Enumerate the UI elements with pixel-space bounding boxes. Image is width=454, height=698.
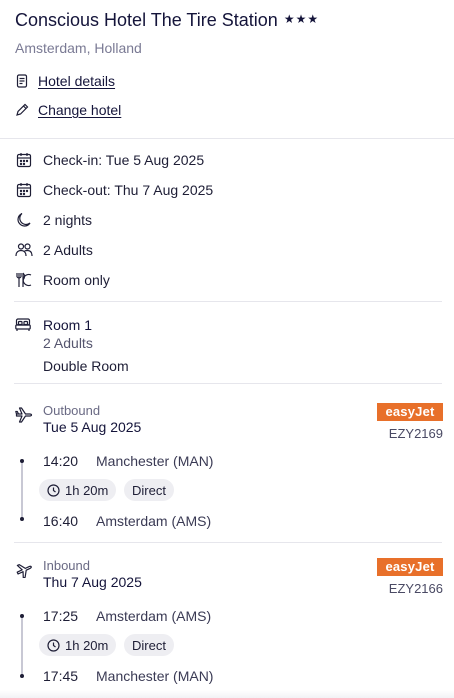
pencil-icon [15,103,29,117]
flight-number: EZY2166 [388,581,443,596]
inbound-label: Inbound [43,558,90,573]
clock-icon [47,638,60,652]
checkin-text: Check-in: Tue 5 Aug 2025 [43,152,205,168]
divider [14,301,442,302]
checkin-row: Check-in: Tue 5 Aug 2025 [15,151,204,169]
board-row: Room only [15,271,110,289]
stops-chip: Direct [124,634,174,656]
timeline-line [21,615,23,677]
scroll-fade [0,690,454,698]
calendar-icon [15,181,33,199]
bed-icon [15,318,31,332]
room-title: Room 1 [43,317,93,333]
flight-number: EZY2169 [388,426,443,441]
divider [14,542,442,543]
hotel-details-link[interactable]: Hotel details [15,73,115,89]
stops-text: Direct [132,482,166,498]
plane-departure-icon [15,405,33,423]
timeline-dot [20,614,24,618]
timeline-line [21,460,23,520]
calendar-icon [15,151,33,169]
room-type: Double Room [43,358,129,374]
hotel-name-text: Conscious Hotel The Tire Station [15,10,278,30]
hotel-details-label[interactable]: Hotel details [38,73,115,89]
people-icon [15,241,33,259]
duration-chip: 1h 20m [39,634,117,656]
departure-airport: Amsterdam (AMS) [96,608,212,624]
duration-text: 1h 20m [65,637,109,653]
change-hotel-label[interactable]: Change hotel [38,102,121,118]
hotel-location: Amsterdam, Holland [15,40,142,56]
outbound-date: Tue 5 Aug 2025 [43,419,142,435]
departure-time: 17:25 [43,608,79,624]
arrival-airport: Manchester (MAN) [96,668,214,684]
hotel-name: Conscious Hotel The Tire Station ★★★ [15,10,319,31]
arrival-time: 17:45 [43,668,79,684]
divider [14,383,442,384]
stops-chip: Direct [124,479,174,501]
room-adults: 2 Adults [43,335,93,351]
plane-arrival-icon [15,560,33,579]
airline-logo: easyJet [377,558,443,576]
stops-text: Direct [132,637,166,653]
airline-logo: easyJet [377,403,443,421]
departure-airport: Manchester (MAN) [96,453,214,469]
board-text: Room only [43,272,110,288]
clock-icon [47,483,60,497]
change-hotel-link[interactable]: Change hotel [15,102,121,118]
checkout-row: Check-out: Thu 7 Aug 2025 [15,181,213,199]
departure-time: 14:20 [43,453,79,469]
arrival-airport: Amsterdam (AMS) [96,513,212,529]
document-icon [15,74,29,88]
duration-text: 1h 20m [65,482,109,498]
timeline-dot [20,517,24,521]
moon-icon [15,211,33,229]
star-rating: ★★★ [283,12,320,26]
checkout-text: Check-out: Thu 7 Aug 2025 [43,182,214,198]
arrival-time: 16:40 [43,513,79,529]
nights-text: 2 nights [43,212,93,228]
nights-row: 2 nights [15,211,92,229]
divider [0,138,454,139]
guests-text: 2 Adults [43,242,93,258]
outbound-label: Outbound [43,403,101,418]
duration-chip: 1h 20m [39,479,117,501]
inbound-date: Thu 7 Aug 2025 [43,574,142,590]
guests-row: 2 Adults [15,241,93,259]
cutlery-icon [15,271,33,289]
timeline-dot [20,674,24,678]
timeline-dot [20,459,24,463]
